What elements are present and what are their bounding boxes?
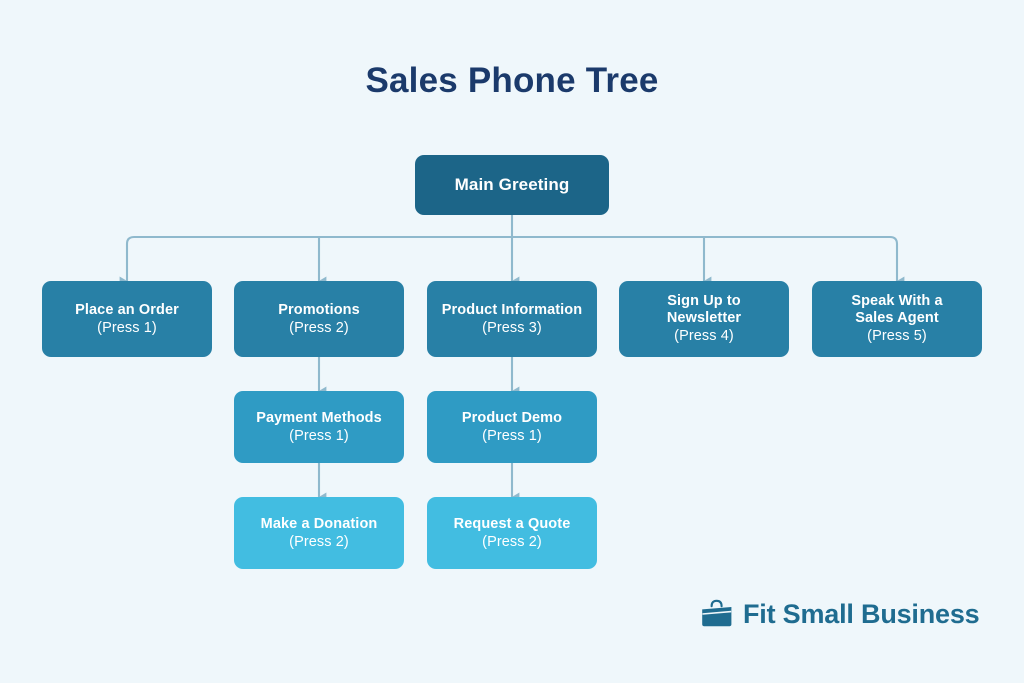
briefcase-icon xyxy=(702,599,732,627)
node-place-an-order[interactable]: Place an Order (Press 1) xyxy=(42,281,212,357)
node-speak-with-a-sales-agent-press: (Press 5) xyxy=(867,327,927,344)
node-make-a-donation-label: Make a Donation xyxy=(260,515,378,532)
node-request-a-quote-press: (Press 2) xyxy=(482,533,542,550)
node-product-information-press: (Press 3) xyxy=(482,319,542,336)
connector-bus xyxy=(119,235,905,286)
diagram-canvas: Sales Phone Tree Main Greeting Place an … xyxy=(0,0,1024,683)
node-request-a-quote[interactable]: Request a Quote (Press 2) xyxy=(427,497,597,569)
node-make-a-donation[interactable]: Make a Donation (Press 2) xyxy=(234,497,404,569)
node-speak-with-a-sales-agent-label: Speak With a Sales Agent xyxy=(851,293,943,327)
node-speak-with-a-sales-agent[interactable]: Speak With a Sales Agent (Press 5) xyxy=(812,281,982,357)
node-payment-methods[interactable]: Payment Methods (Press 1) xyxy=(234,391,404,463)
page-title: Sales Phone Tree xyxy=(365,61,659,100)
node-product-demo-press: (Press 1) xyxy=(482,427,542,444)
node-request-a-quote-label: Request a Quote xyxy=(453,515,571,532)
node-make-a-donation-press: (Press 2) xyxy=(289,533,349,550)
brand-logo: Fit Small Business xyxy=(700,598,980,630)
node-sign-up-to-newsletter-press: (Press 4) xyxy=(674,327,734,344)
node-product-demo[interactable]: Product Demo (Press 1) xyxy=(427,391,597,463)
node-place-an-order-press: (Press 1) xyxy=(97,319,157,336)
node-promotions[interactable]: Promotions (Press 2) xyxy=(234,281,404,357)
node-sign-up-to-newsletter[interactable]: Sign Up to Newsletter (Press 4) xyxy=(619,281,789,357)
node-place-an-order-label: Place an Order xyxy=(75,301,179,318)
node-promotions-press: (Press 2) xyxy=(289,319,349,336)
logo-text: Fit Small Business xyxy=(743,598,980,629)
node-product-demo-label: Product Demo xyxy=(461,409,563,426)
node-product-information[interactable]: Product Information (Press 3) xyxy=(427,281,597,357)
node-sign-up-to-newsletter-label: Sign Up to Newsletter xyxy=(666,293,742,327)
node-main-greeting[interactable]: Main Greeting xyxy=(415,155,609,215)
node-promotions-label: Promotions xyxy=(278,301,360,318)
node-product-information-label: Product Information xyxy=(441,301,583,318)
node-main-greeting-label: Main Greeting xyxy=(454,175,570,195)
node-payment-methods-label: Payment Methods xyxy=(256,409,382,426)
node-payment-methods-press: (Press 1) xyxy=(289,427,349,444)
